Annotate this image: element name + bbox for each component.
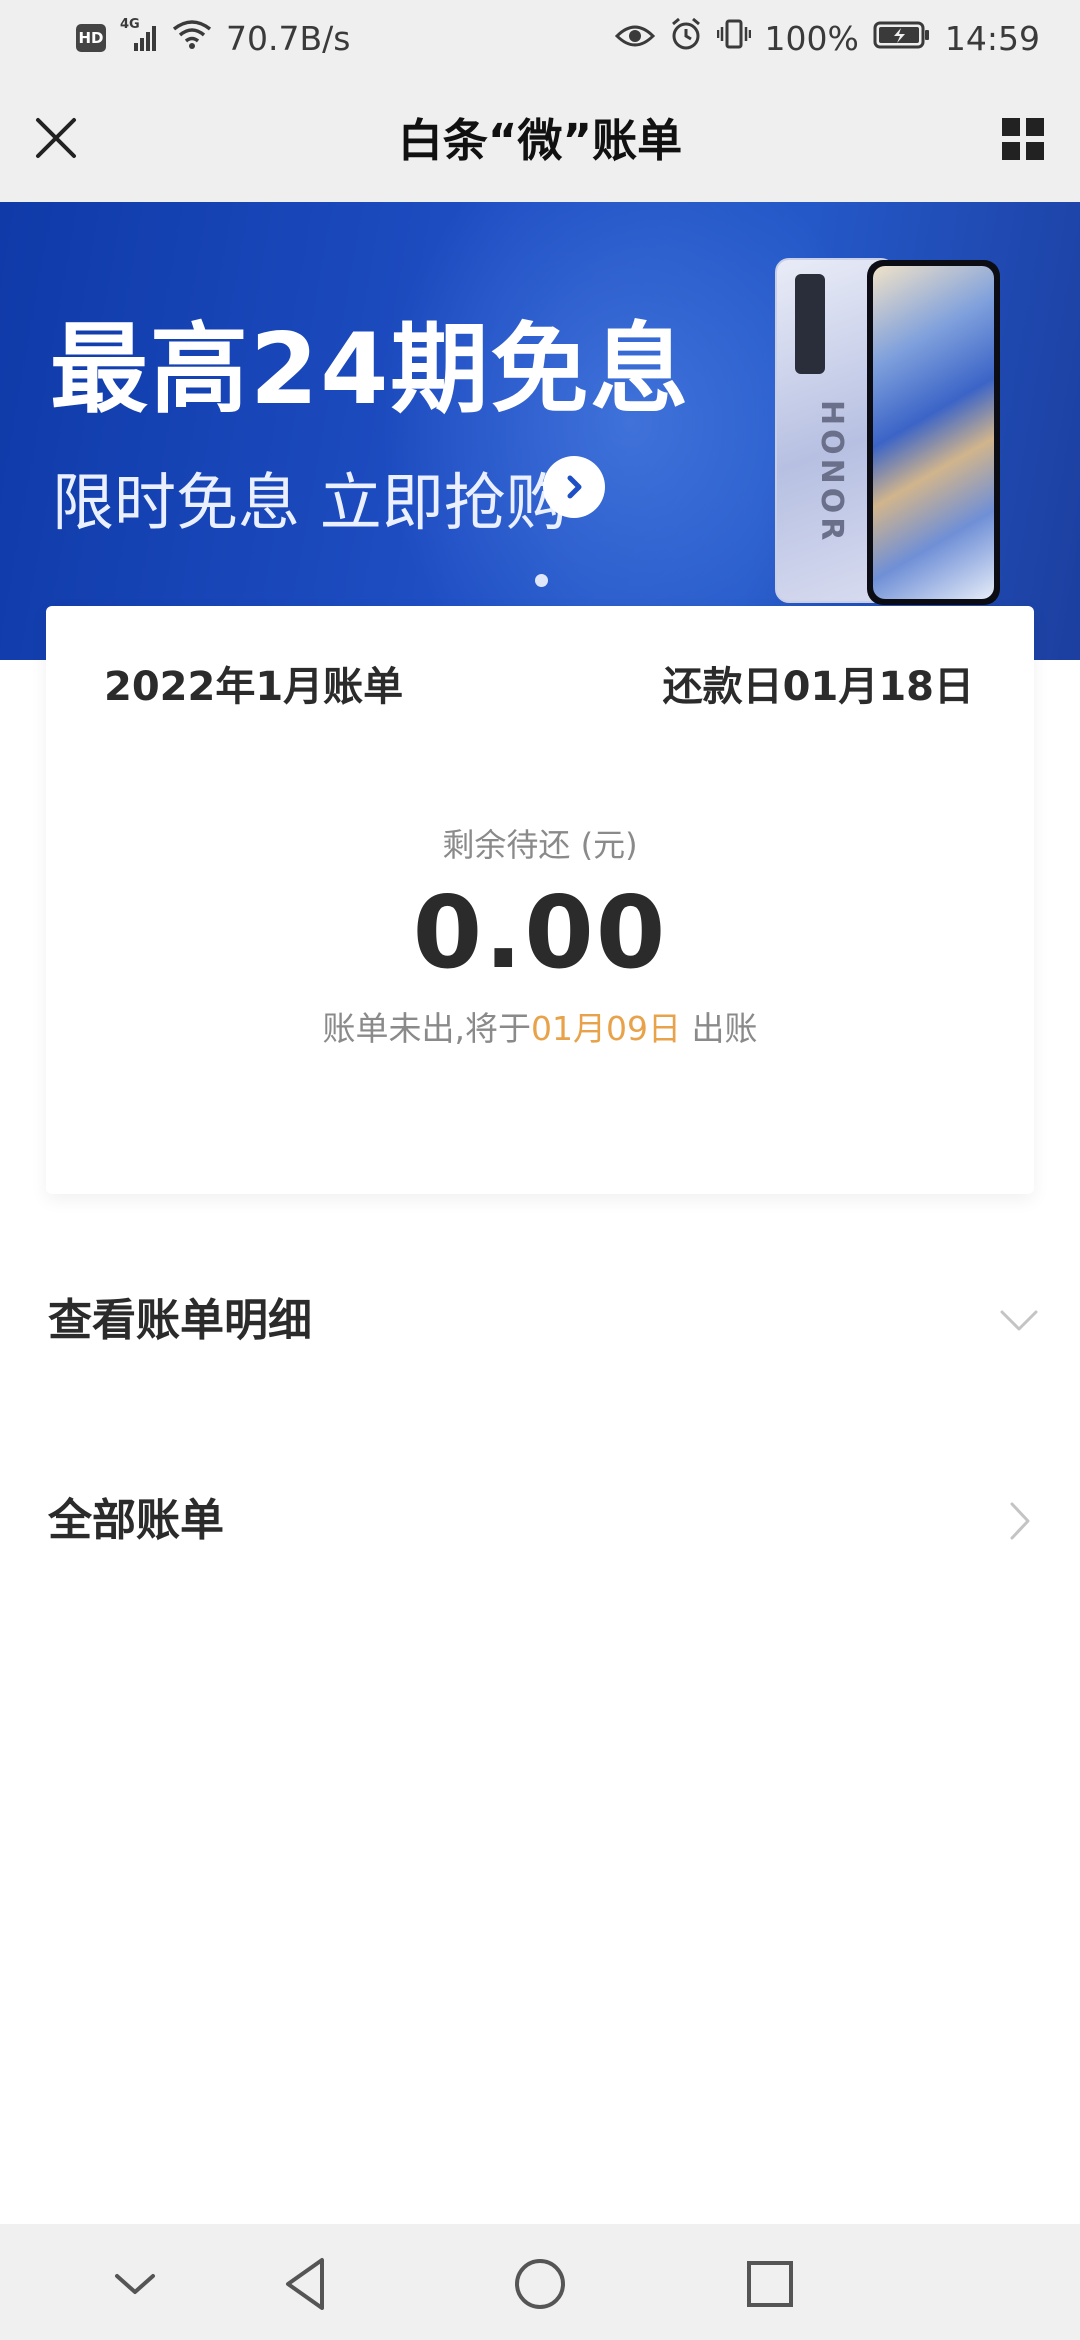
close-icon [36, 118, 76, 158]
title-bar: 白条“微”账单 [0, 80, 1080, 202]
bill-card: 2022年1月账单 还款日01月18日 剩余待还 (元) 0.00 账单未出,将… [46, 606, 1034, 1194]
chevron-down-icon [994, 1296, 1044, 1346]
collapse-nav-button[interactable] [103, 2252, 167, 2316]
bill-note-prefix: 账单未出,将于 [322, 1009, 532, 1048]
chevron-right-icon [994, 1496, 1044, 1546]
cellular-signal-icon: 4G [120, 17, 158, 53]
recents-nav-button[interactable] [738, 2252, 802, 2316]
phone-product-image: HONOR [775, 258, 1000, 608]
status-bar: HD 4G 70.7B/s 100% 14:59 [0, 0, 1080, 80]
bill-note-suffix: 出账 [680, 1009, 758, 1048]
network-type-label: 4G [120, 17, 140, 32]
home-nav-button[interactable] [508, 2252, 572, 2316]
bill-note: 账单未出,将于01月09日 出账 [46, 1002, 1034, 1050]
page-title: 白条“微”账单 [397, 114, 683, 167]
hd-icon: HD [76, 24, 106, 52]
banner-go-button[interactable] [543, 456, 605, 518]
phone-front [867, 260, 1000, 605]
battery-charging-icon [873, 19, 931, 58]
status-bar-left: HD 4G 70.7B/s [76, 16, 350, 60]
camera-module [795, 274, 825, 374]
recents-icon [747, 2261, 793, 2307]
phone-brand-text: HONOR [814, 400, 849, 545]
clock: 14:59 [944, 18, 1040, 58]
close-button[interactable] [28, 110, 84, 166]
remaining-label: 剩余待还 (元) [442, 826, 638, 864]
banner-subline: 限时免息 立即抢购 [52, 466, 568, 539]
alarm-icon [669, 17, 703, 59]
back-icon [286, 2258, 324, 2310]
phone-screen [873, 266, 994, 599]
vibrate-icon [716, 17, 751, 59]
all-bills-label: 全部账单 [48, 1495, 224, 1546]
promo-banner[interactable]: 最高24期免息 限时免息 立即抢购 HONOR [0, 202, 1080, 660]
collapse-icon [115, 2274, 155, 2294]
banner-headline: 最高24期免息 [50, 313, 691, 427]
grid-menu-button[interactable] [998, 114, 1048, 164]
view-bill-details-row[interactable]: 查看账单明细 [0, 1236, 1080, 1406]
back-nav-button[interactable] [278, 2252, 342, 2316]
banner-page-indicator[interactable] [535, 574, 548, 587]
system-nav-bar [0, 2224, 1080, 2340]
status-bar-right: 100% 14:59 [614, 16, 1040, 60]
bill-month-label: 2022年1月账单 [104, 664, 404, 710]
remaining-amount: 0.00 [412, 874, 668, 991]
eye-icon [614, 19, 655, 58]
battery-percent: 100% [764, 18, 859, 58]
net-speed: 70.7B/s [226, 18, 351, 58]
due-date-label: 还款日01月18日 [662, 664, 974, 710]
view-bill-details-label: 查看账单明细 [48, 1295, 312, 1346]
chevron-right-icon [567, 475, 582, 499]
grid-menu-icon [1002, 118, 1044, 160]
app-screen: HD 4G 70.7B/s 100% 14:59 白条“微”账单 最高24期免息… [0, 0, 1080, 2340]
bill-note-date: 01月09日 [531, 1009, 681, 1048]
all-bills-row[interactable]: 全部账单 [0, 1436, 1080, 1606]
wifi-icon [172, 18, 212, 58]
home-icon [515, 2259, 565, 2309]
